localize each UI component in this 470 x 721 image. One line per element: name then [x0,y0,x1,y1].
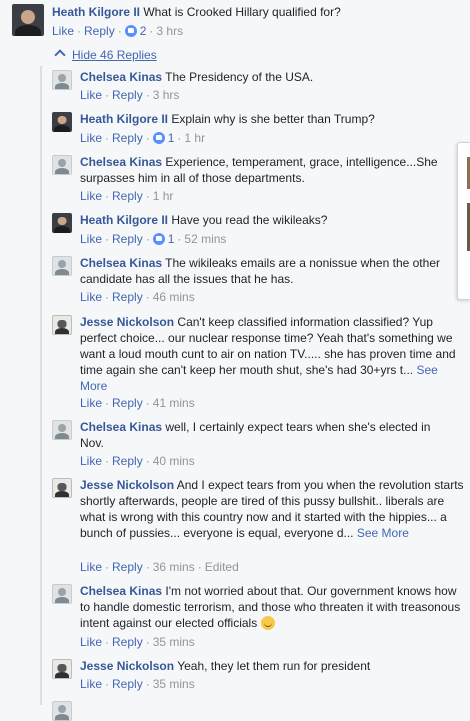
like-link[interactable]: Like [80,88,102,102]
reply-link[interactable]: Reply [112,396,143,410]
comment-author[interactable]: Jesse Nickolson [80,315,174,329]
comment-body: Chelsea Kinas I'm not worried about that… [80,583,464,631]
like-count-icon [152,132,165,144]
reply-thread-line [40,66,42,705]
comment-author[interactable]: Jesse Nickolson [80,478,174,492]
comment-time[interactable]: 41 mins [153,396,195,410]
comment-actions: Like · Reply · 46 mins [80,290,195,304]
avatar[interactable] [52,584,72,604]
comment-actions: Like · Reply · 1 · 52 mins [80,232,227,246]
like-link[interactable]: Like [80,677,102,691]
edited-label[interactable]: Edited [205,560,239,574]
comment-text: What is Crooked Hillary qualified for? [143,5,341,19]
comment-body: Heath Kilgore II What is Crooked Hillary… [52,4,462,20]
avatar[interactable] [52,112,72,132]
avatar[interactable] [52,155,72,175]
reply-link[interactable]: Reply [112,88,143,102]
like-link[interactable]: Like [80,396,102,410]
comment-actions: Like · Reply · 36 mins · Edited [80,560,239,574]
comment-body: Chelsea Kinas well, I certainly expect t… [80,419,450,451]
avatar[interactable] [52,478,72,498]
like-link[interactable]: Like [80,232,102,246]
comment-body: Jesse Nickolson Yeah, they let them run … [80,658,464,674]
reply-link[interactable]: Reply [112,232,143,246]
comment-author[interactable]: Chelsea Kinas [80,256,162,270]
reply-link[interactable]: Reply [112,454,143,468]
comment-author[interactable]: Heath Kilgore II [80,213,168,227]
reply-link[interactable]: Reply [112,635,143,649]
comment-body: Heath Kilgore II Explain why is she bett… [80,111,460,127]
reply-link[interactable]: Reply [112,560,143,574]
comment-actions: Like · Reply · 35 mins [80,635,195,649]
like-link[interactable]: Like [52,24,74,38]
comment-actions: Like · Reply · 41 mins [80,396,195,410]
comment-author[interactable]: Heath Kilgore II [80,112,168,126]
comment-time[interactable]: 3 hrs [156,24,183,38]
hide-replies-label: Hide 46 Replies [72,48,157,62]
comment-actions: Like · Reply · 35 mins [80,677,195,691]
comment-author[interactable]: Chelsea Kinas [80,584,162,598]
comment-time[interactable]: 35 mins [153,635,195,649]
avatar[interactable] [52,420,72,440]
comment-text: Yeah, they let them run for president [177,659,371,673]
like-link[interactable]: Like [80,635,102,649]
see-more-link[interactable]: See More [357,526,409,540]
avatar[interactable] [52,701,72,721]
comment-actions: Like · Reply · 3 hrs [80,88,180,102]
comment-actions: Like · Reply · 1 hr [80,189,174,203]
comment-actions: Like · Reply · 2 · 3 hrs [52,24,184,38]
reply-link[interactable]: Reply [112,290,143,304]
comment-text: Have you read the wikileaks? [171,213,328,227]
like-link[interactable]: Like [80,131,102,145]
comment-body: Heath Kilgore II Have you read the wikil… [80,212,460,228]
like-link[interactable]: Like [80,290,102,304]
avatar[interactable] [12,4,44,36]
comment-time[interactable]: 1 hr [184,131,205,145]
comment-time[interactable]: 36 mins [153,560,195,574]
comment-body: Chelsea Kinas The wikileaks emails are a… [80,255,460,287]
reply-link[interactable]: Reply [84,24,115,38]
hide-replies-link[interactable]: Hide 46 Replies [54,47,157,63]
comment-body: Chelsea Kinas Experience, temperament, g… [80,154,450,186]
like-link[interactable]: Like [80,454,102,468]
comment-time[interactable]: 46 mins [153,290,195,304]
avatar[interactable] [52,315,72,335]
avatar[interactable] [52,213,72,233]
avatar[interactable] [52,659,72,679]
comment-actions: Like · Reply · 1 · 1 hr [80,131,206,145]
comment-author[interactable]: Heath Kilgore II [52,5,140,19]
comment-author[interactable]: Chelsea Kinas [80,155,162,169]
comment-author[interactable]: Jesse Nickolson [80,659,174,673]
reply-link[interactable]: Reply [112,189,143,203]
comment-text: The Presidency of the USA. [165,70,314,84]
smile-emoji-icon [260,616,275,630]
hover-card-edge [457,142,470,300]
comment-time[interactable]: 52 mins [184,232,226,246]
comment-time[interactable]: 40 mins [153,454,195,468]
avatar[interactable] [52,70,72,90]
comment-time[interactable]: 3 hrs [153,88,180,102]
like-link[interactable]: Like [80,189,102,203]
comment-author[interactable]: Chelsea Kinas [80,420,162,434]
like-link[interactable]: Like [80,560,102,574]
reply-link[interactable]: Reply [112,677,143,691]
reply-link[interactable]: Reply [112,131,143,145]
comment-time[interactable]: 35 mins [153,677,195,691]
chevron-up-icon [54,49,66,61]
comment-body: Jesse Nickolson And I expect tears from … [80,477,464,541]
avatar[interactable] [52,256,72,276]
comment-time[interactable]: 1 hr [153,189,174,203]
comment-text: Explain why is she better than Trump? [171,112,375,126]
like-count-icon [152,233,165,245]
comment-author[interactable]: Chelsea Kinas [80,70,162,84]
comment-body: Chelsea Kinas The Presidency of the USA. [80,69,460,85]
like-count-icon [124,25,137,37]
comment-actions: Like · Reply · 40 mins [80,454,195,468]
comment-body: Jesse Nickolson Can't keep classified in… [80,314,464,394]
